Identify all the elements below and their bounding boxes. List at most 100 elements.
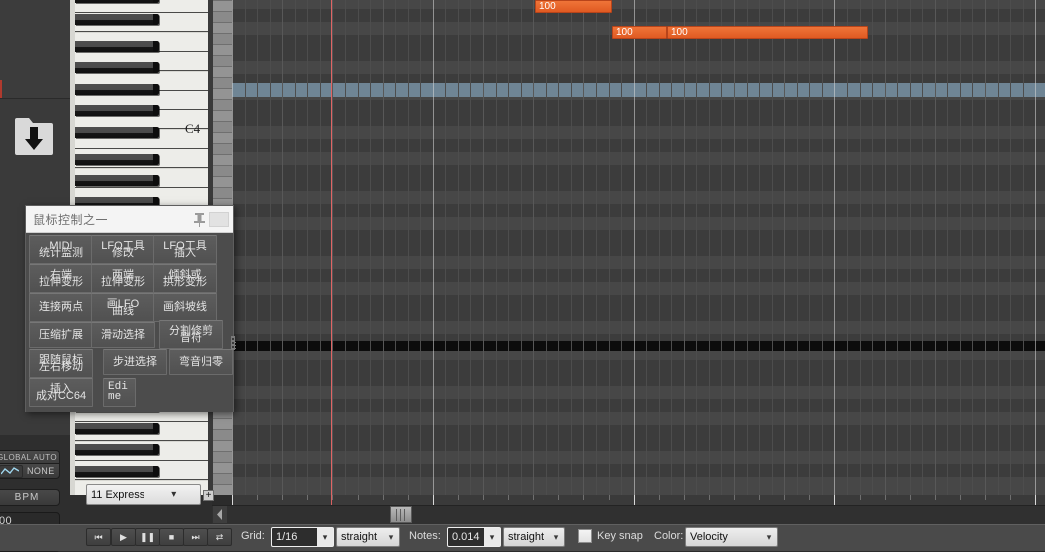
piano-black-key[interactable]: [75, 423, 159, 434]
ruler-playhead-marker[interactable]: [331, 495, 332, 505]
bottom-ruler[interactable]: [232, 495, 1045, 505]
grid-row[interactable]: [232, 165, 1045, 178]
grid-sub-line: [709, 0, 710, 495]
grid-row[interactable]: [232, 477, 1045, 490]
grid-row[interactable]: [232, 230, 1045, 243]
chevron-down-icon: ▾: [388, 531, 394, 542]
piano-black-key[interactable]: [75, 41, 159, 52]
macro-button-tilt-or-arch-deform[interactable]: 倾斜或 拱形变形: [153, 264, 217, 293]
piano-black-key[interactable]: [75, 175, 159, 186]
macro-button-slide-select[interactable]: 滑动选择: [91, 322, 155, 348]
macro-button-step-select[interactable]: 步进选择: [103, 349, 167, 375]
midi-note[interactable]: 100: [667, 26, 868, 39]
grid-row[interactable]: [232, 438, 1045, 451]
panel-title-bar[interactable]: 鼠标控制之一: [26, 206, 233, 233]
mouse-control-panel[interactable]: 鼠标控制之一 MIDI 统计监测 LFO工具 修改 LFO工具 插入右端 拉伸变形 两端 拉伸变…: [25, 205, 235, 412]
macro-button-both-ends-stretch[interactable]: 两端 拉伸变形: [91, 264, 155, 293]
piano-black-key[interactable]: [75, 84, 159, 95]
key-shade-band: [213, 99, 232, 110]
key-snap-checkbox[interactable]: [578, 529, 592, 543]
global-auto-selector[interactable]: NONE: [0, 463, 60, 479]
grid-row[interactable]: [232, 139, 1045, 152]
grid-row[interactable]: [232, 451, 1045, 464]
piano-black-key[interactable]: [75, 127, 159, 138]
grid-swing-dropdown[interactable]: straight ▾: [336, 527, 400, 547]
macro-button-lfo-tool-insert[interactable]: LFO工具 插入: [153, 235, 217, 264]
grid-row[interactable]: [232, 0, 1045, 9]
grid-row[interactable]: [232, 399, 1045, 412]
grid-row[interactable]: [232, 191, 1045, 204]
grid-row[interactable]: [232, 282, 1045, 295]
go-to-start-button[interactable]: ⏮: [86, 528, 111, 546]
piano-black-key[interactable]: [75, 14, 159, 25]
panel-resize-grip[interactable]: [231, 336, 235, 350]
macro-button-right-end-stretch[interactable]: 右端 拉伸变形: [29, 264, 93, 293]
grid-row[interactable]: [232, 373, 1045, 386]
piano-black-key[interactable]: [75, 0, 159, 3]
grid-row[interactable]: [232, 360, 1045, 373]
grid-row[interactable]: [232, 412, 1045, 425]
pin-icon[interactable]: [189, 212, 209, 227]
grid-row[interactable]: [232, 464, 1045, 477]
grid-row[interactable]: [232, 48, 1045, 61]
grid-row[interactable]: [232, 61, 1045, 74]
grid-value-dropdown[interactable]: 1/16 ▾: [271, 527, 334, 547]
notes-swing-dropdown[interactable]: straight ▾: [503, 527, 565, 547]
loop-button[interactable]: ⇄: [207, 528, 232, 546]
scrollbar-thumb[interactable]: [390, 506, 412, 523]
download-folder-icon[interactable]: [13, 113, 55, 157]
midi-note[interactable]: 100: [535, 0, 612, 13]
macro-button-draw-lfo-curve[interactable]: 画LFO 曲线: [91, 293, 155, 322]
grid-row[interactable]: [232, 152, 1045, 165]
scroll-left-arrow[interactable]: [213, 506, 227, 523]
bpm-button[interactable]: BPM: [0, 489, 60, 506]
note-grid[interactable]: 100 100 100: [232, 0, 1045, 495]
notes-value-dropdown[interactable]: 0.014 ▾: [447, 527, 501, 547]
add-lane-button[interactable]: +: [203, 490, 214, 501]
grid-row[interactable]: [232, 126, 1045, 139]
key-shade-band: [213, 418, 232, 429]
grid-row[interactable]: [232, 178, 1045, 191]
playhead[interactable]: [331, 0, 332, 495]
grid-row[interactable]: [232, 217, 1045, 230]
grid-row[interactable]: [232, 204, 1045, 217]
piano-black-key[interactable]: [75, 466, 159, 477]
macro-button-connect-two-points[interactable]: 连接两点: [29, 293, 93, 322]
midi-note[interactable]: 100: [612, 26, 667, 39]
macro-button-edi-me-script[interactable]: Edi me: [103, 378, 136, 407]
piano-black-key[interactable]: [75, 62, 159, 73]
macro-button-pitch-bend-reset[interactable]: 弯音归零: [169, 349, 233, 375]
macro-button-compress-expand[interactable]: 压缩扩展: [29, 322, 93, 348]
macro-button-midi-stats-monitor[interactable]: MIDI 统计监测: [29, 235, 93, 264]
grid-row[interactable]: [232, 113, 1045, 126]
macro-button-draw-ramp-line[interactable]: 画斜坡线: [153, 293, 217, 322]
play-button[interactable]: ▶: [111, 528, 136, 546]
grid-row[interactable]: [232, 308, 1045, 321]
macro-button-follow-mouse-horizontal[interactable]: 跟随鼠标 左右移动: [29, 349, 93, 378]
grid-row[interactable]: [232, 295, 1045, 308]
grid-sub-line: [521, 0, 522, 495]
ruler-tick: [659, 495, 660, 500]
grid-row[interactable]: [232, 256, 1045, 269]
piano-black-key[interactable]: [75, 154, 159, 165]
piano-black-key[interactable]: [75, 105, 159, 116]
go-to-end-button[interactable]: ⏭: [183, 528, 208, 546]
key-shade-divider: [213, 418, 232, 419]
grid-row[interactable]: [232, 243, 1045, 256]
lane-selector-dropdown[interactable]: 11 Expression MSE ▾: [86, 484, 201, 505]
macro-button-insert-paired-cc64[interactable]: 插入 成对CC64: [29, 378, 93, 407]
close-button[interactable]: [209, 211, 229, 227]
color-mode-dropdown[interactable]: Velocity ▾: [685, 527, 778, 547]
grid-row[interactable]: [232, 100, 1045, 113]
macro-button-split-trim-note[interactable]: 分割修剪 音符: [159, 320, 223, 349]
grid-row[interactable]: [232, 321, 1045, 334]
grid-row[interactable]: [232, 386, 1045, 399]
grid-row[interactable]: [232, 9, 1045, 22]
pause-button[interactable]: ❚❚: [135, 528, 160, 546]
grid-row[interactable]: [232, 425, 1045, 438]
macro-button-lfo-tool-modify[interactable]: LFO工具 修改: [91, 235, 155, 264]
grid-row[interactable]: [232, 269, 1045, 282]
horizontal-scrollbar[interactable]: [212, 505, 1045, 525]
stop-button[interactable]: ■: [159, 528, 184, 546]
piano-black-key[interactable]: [75, 444, 159, 455]
